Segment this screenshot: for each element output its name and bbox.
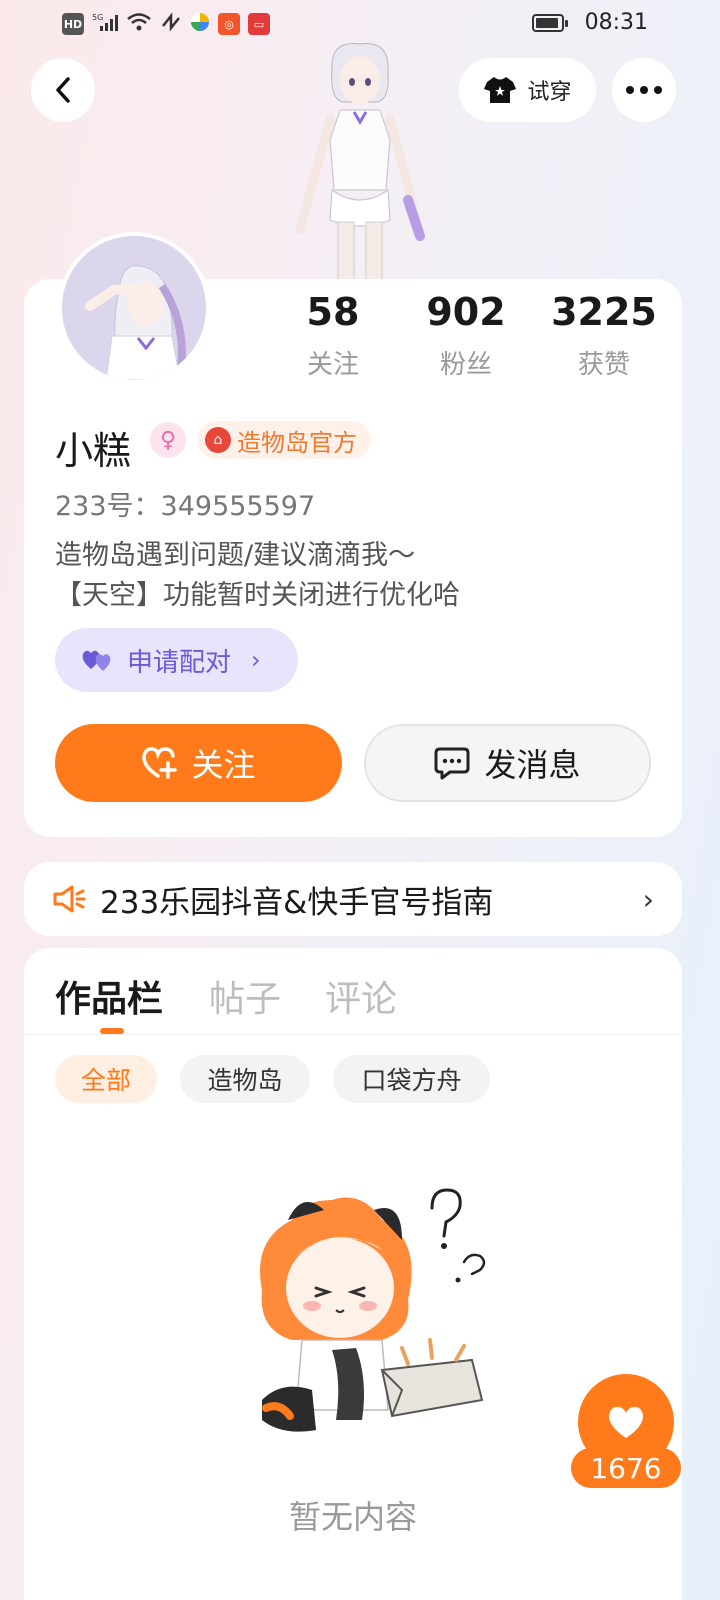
hd-icon: HD	[62, 13, 84, 35]
message-label: 发消息	[484, 746, 581, 784]
official-badge-label: 造物岛官方	[237, 428, 357, 457]
follow-label: 关注	[191, 746, 256, 784]
pair-request-label: 申请配对	[127, 647, 232, 678]
announcement-banner[interactable]: 233乐园抖音&快手官号指南 ›	[24, 862, 682, 936]
bio-line-1: 造物岛遇到问题/建议滴滴我～	[55, 540, 416, 571]
stat-following[interactable]: 58 关注	[268, 290, 398, 381]
stat-likes[interactable]: 3225 获赞	[539, 290, 669, 381]
stat-fans[interactable]: 902 粉丝	[401, 290, 531, 381]
profile-name: 小糕	[55, 429, 132, 473]
follow-button[interactable]: 关注	[55, 724, 342, 802]
tshirt-icon	[484, 77, 517, 103]
stat-following-value: 58	[306, 290, 360, 334]
stat-likes-value: 3225	[551, 290, 657, 334]
message-button[interactable]: 发消息	[364, 724, 651, 802]
chevron-right-icon: ›	[251, 646, 261, 674]
stat-fans-label: 粉丝	[439, 350, 492, 380]
double-heart-icon	[82, 650, 111, 671]
more-icon	[626, 86, 662, 94]
chat-icon	[434, 747, 470, 780]
svg-text:5G: 5G	[92, 13, 103, 22]
banner-text: 233乐园抖音&快手官号指南	[100, 884, 494, 921]
back-button[interactable]	[31, 58, 95, 122]
more-button[interactable]	[612, 58, 676, 122]
chip-koudai-fangzhou[interactable]: 口袋方舟	[333, 1055, 490, 1103]
battery-fill	[536, 18, 558, 28]
bio-line-2: 【天空】功能暂时关闭进行优化哈	[55, 580, 460, 611]
chip-all[interactable]: 全部	[55, 1055, 157, 1103]
battery-icon	[532, 14, 568, 32]
tab-divider	[24, 1034, 682, 1035]
empty-state-illustration	[232, 1180, 502, 1450]
official-badge[interactable]: ⌂ 造物岛官方	[197, 421, 371, 459]
status-time: 08:31	[584, 10, 648, 35]
avatar-image	[62, 236, 206, 380]
official-badge-icon: ⌂	[205, 427, 231, 453]
avatar-3d-figure	[290, 40, 430, 285]
empty-state-text: 暂无内容	[288, 1498, 417, 1536]
stat-fans-value: 902	[426, 290, 506, 334]
chevron-left-icon	[56, 77, 70, 103]
app-red-icon: ▭	[248, 13, 270, 35]
avatar[interactable]	[58, 232, 210, 384]
like-count: 1676	[571, 1448, 681, 1488]
heart-icon	[608, 1406, 644, 1438]
bio: 造物岛遇到问题/建议滴滴我～ 【天空】功能暂时关闭进行优化哈	[55, 536, 460, 616]
megaphone-icon	[53, 885, 86, 913]
tab-posts[interactable]: 帖子	[209, 970, 281, 1022]
chip-zaowudao[interactable]: 造物岛	[180, 1055, 310, 1103]
tab-comments[interactable]: 评论	[325, 970, 397, 1022]
status-left-icons: HD 5G ◎ ▭	[62, 12, 270, 36]
nfc-icon	[160, 12, 182, 36]
app-orange-icon: ◎	[218, 13, 240, 35]
female-gender-icon: ♀	[150, 422, 186, 458]
app-pinwheel-icon	[190, 12, 210, 36]
pair-request-button[interactable]: 申请配对 ›	[55, 628, 298, 692]
stat-likes-label: 获赞	[577, 350, 630, 380]
wifi-icon	[126, 12, 152, 36]
stat-following-label: 关注	[306, 350, 359, 380]
tryon-label: 试穿	[527, 80, 572, 105]
tryon-button[interactable]: 试穿	[459, 58, 596, 122]
chevron-right-icon: ›	[642, 882, 654, 916]
user-id: 233号：349555597	[55, 491, 316, 522]
signal-5g-icon: 5G	[92, 12, 118, 36]
heart-add-icon	[142, 747, 178, 779]
tab-works[interactable]: 作品栏	[55, 970, 163, 1022]
